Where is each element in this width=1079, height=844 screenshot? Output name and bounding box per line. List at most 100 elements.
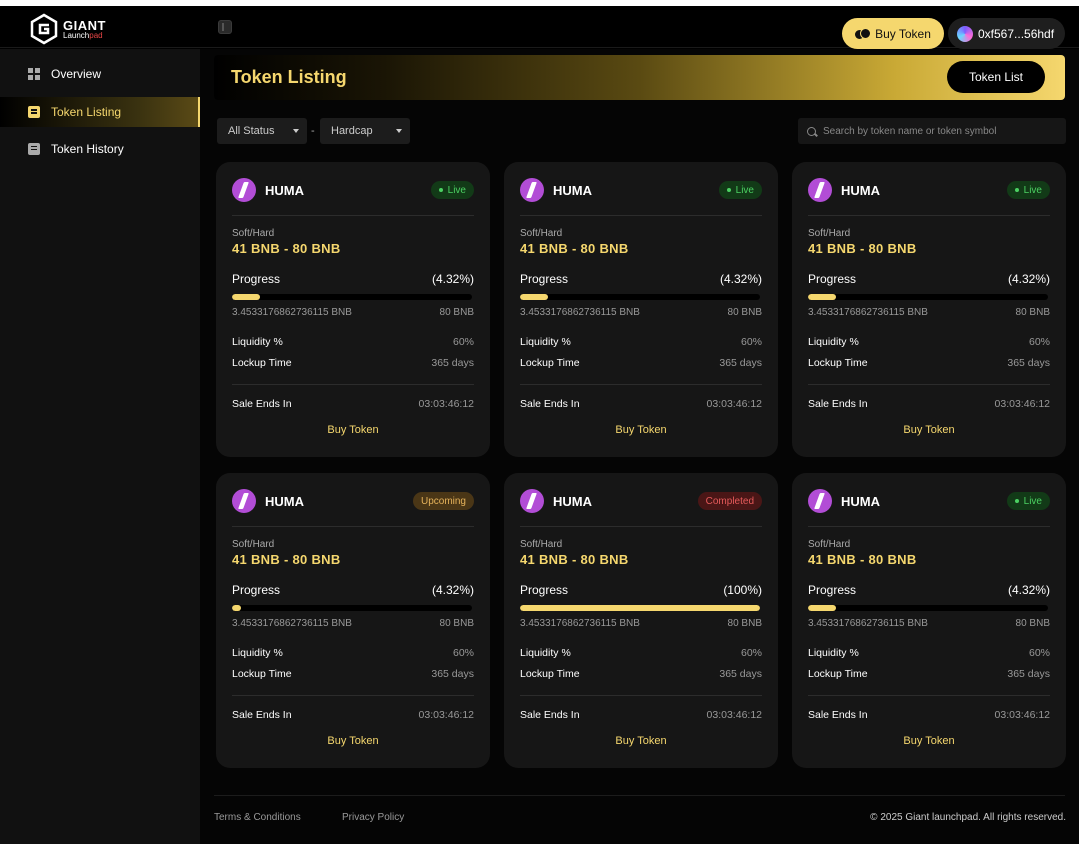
progress-bar-fill (808, 605, 836, 611)
cap-filter-select[interactable]: Hardcap (320, 118, 410, 144)
soft-hard-value: 41 BNB - 80 BNB (520, 552, 629, 567)
page-title: Token Listing (231, 67, 347, 87)
progress-label: Progress (520, 272, 569, 286)
token-name: HUMA (841, 493, 880, 509)
progress-bar (520, 294, 760, 300)
card-divider (520, 695, 762, 696)
token-card[interactable]: HUMA Live Soft/Hard 41 BNB - 80 BNB Prog… (792, 473, 1066, 768)
sale-ends-countdown: 03:03:46:12 (706, 709, 762, 721)
brand-sub-b: pad (89, 30, 103, 40)
page-banner: Token Listing Token List (214, 55, 1065, 100)
sidebar-item-overview[interactable]: Overview (0, 59, 200, 89)
card-header: HUMA Live (808, 489, 1050, 513)
card-divider (232, 695, 474, 696)
token-card[interactable]: HUMA Live Soft/Hard 41 BNB - 80 BNB Prog… (504, 162, 778, 457)
header-buy-token-label: Buy Token (875, 26, 931, 41)
raised-amount: 3.4533176862736115 BNB (520, 307, 640, 318)
liquidity-label: Liquidity % (808, 336, 859, 348)
sale-ends-countdown: 03:03:46:12 (418, 398, 474, 410)
chevron-down-icon (293, 129, 299, 133)
status-filter-value: All Status (228, 125, 275, 137)
status-badge: Live (1006, 181, 1050, 199)
soft-hard-label: Soft/Hard (808, 539, 851, 550)
status-badge: Live (430, 181, 474, 199)
terms-link[interactable]: Terms & Conditions (214, 812, 301, 823)
cap-filter-value: Hardcap (331, 125, 373, 137)
card-divider (232, 526, 474, 527)
search-input[interactable] (823, 125, 1053, 137)
progress-label: Progress (232, 272, 281, 286)
token-card[interactable]: HUMA Live Soft/Hard 41 BNB - 80 BNB Prog… (216, 162, 490, 457)
sidebar-item-token-listing[interactable]: Token Listing (0, 97, 200, 127)
progress-bar-fill (520, 605, 760, 611)
token-card[interactable]: HUMA Live Soft/Hard 41 BNB - 80 BNB Prog… (792, 162, 1066, 457)
sale-ends-countdown: 03:03:46:12 (418, 709, 474, 721)
progress-bar (808, 294, 1048, 300)
wallet-address: 0xf567...56hdf (978, 26, 1055, 41)
card-divider (520, 384, 762, 385)
lockup-label: Lockup Time (808, 668, 868, 680)
progress-percent: (4.32%) (431, 272, 474, 286)
sale-ends-label: Sale Ends In (232, 398, 292, 410)
token-card[interactable]: HUMA Completed Soft/Hard 41 BNB - 80 BNB… (504, 473, 778, 768)
token-list-button[interactable]: Token List (947, 61, 1045, 93)
card-divider (232, 215, 474, 216)
search-box (798, 118, 1066, 144)
soft-hard-label: Soft/Hard (520, 539, 563, 550)
sidebar-toggle-icon[interactable] (218, 20, 232, 34)
liquidity-value: 60% (452, 336, 474, 348)
filter-separator: - (311, 125, 315, 137)
clipboard-icon (28, 143, 40, 155)
card-buy-token-button[interactable]: Buy Token (504, 735, 778, 747)
status-badge: Upcoming (412, 492, 474, 510)
footer-divider (214, 795, 1065, 796)
liquidity-label: Liquidity % (232, 336, 283, 348)
progress-percent: (4.32%) (1007, 583, 1050, 597)
liquidity-label: Liquidity % (808, 647, 859, 659)
liquidity-label: Liquidity % (520, 336, 571, 348)
wallet-button[interactable]: 0xf567...56hdf (948, 18, 1065, 49)
card-buy-token-button[interactable]: Buy Token (792, 424, 1066, 436)
brand-logo[interactable]: GIANT Launchpad (28, 13, 106, 45)
progress-label: Progress (808, 272, 857, 286)
token-card[interactable]: HUMA Upcoming Soft/Hard 41 BNB - 80 BNB … (216, 473, 490, 768)
card-divider (808, 384, 1050, 385)
card-divider (520, 215, 762, 216)
status-filter-select[interactable]: All Status (217, 118, 307, 144)
hardcap-amount: 80 BNB (727, 307, 762, 318)
card-buy-token-button[interactable]: Buy Token (792, 735, 1066, 747)
wallet-avatar (957, 25, 973, 42)
card-buy-token-button[interactable]: Buy Token (216, 424, 490, 436)
card-buy-token-button[interactable]: Buy Token (504, 424, 778, 436)
search-icon (807, 126, 816, 136)
card-buy-token-button[interactable]: Buy Token (216, 735, 490, 747)
lockup-value: 365 days (1007, 668, 1050, 680)
soft-hard-value: 41 BNB - 80 BNB (232, 552, 341, 567)
header-buy-token-button[interactable]: Buy Token (842, 18, 944, 49)
token-name: HUMA (265, 182, 304, 198)
coins-icon (855, 27, 872, 40)
sidebar-item-token-history[interactable]: Token History (0, 134, 200, 164)
progress-label: Progress (232, 583, 281, 597)
lockup-label: Lockup Time (520, 668, 580, 680)
sale-ends-label: Sale Ends In (520, 709, 580, 721)
progress-percent: (100%) (723, 583, 762, 597)
progress-bar-fill (520, 294, 548, 300)
progress-percent: (4.32%) (431, 583, 474, 597)
raised-amount: 3.4533176862736115 BNB (808, 618, 928, 629)
liquidity-value: 60% (740, 647, 762, 659)
card-divider (808, 526, 1050, 527)
card-header: HUMA Live (232, 178, 474, 202)
token-name: HUMA (265, 493, 304, 509)
raised-amount: 3.4533176862736115 BNB (520, 618, 640, 629)
soft-hard-value: 41 BNB - 80 BNB (232, 241, 341, 256)
privacy-link[interactable]: Privacy Policy (342, 812, 404, 823)
listing-icon (28, 106, 40, 118)
card-divider (808, 695, 1050, 696)
card-divider (808, 215, 1050, 216)
liquidity-value: 60% (452, 647, 474, 659)
card-header: HUMA Completed (520, 489, 762, 513)
lockup-value: 365 days (431, 357, 474, 369)
sidebar-item-label: Overview (51, 67, 102, 81)
token-name: HUMA (553, 182, 592, 198)
